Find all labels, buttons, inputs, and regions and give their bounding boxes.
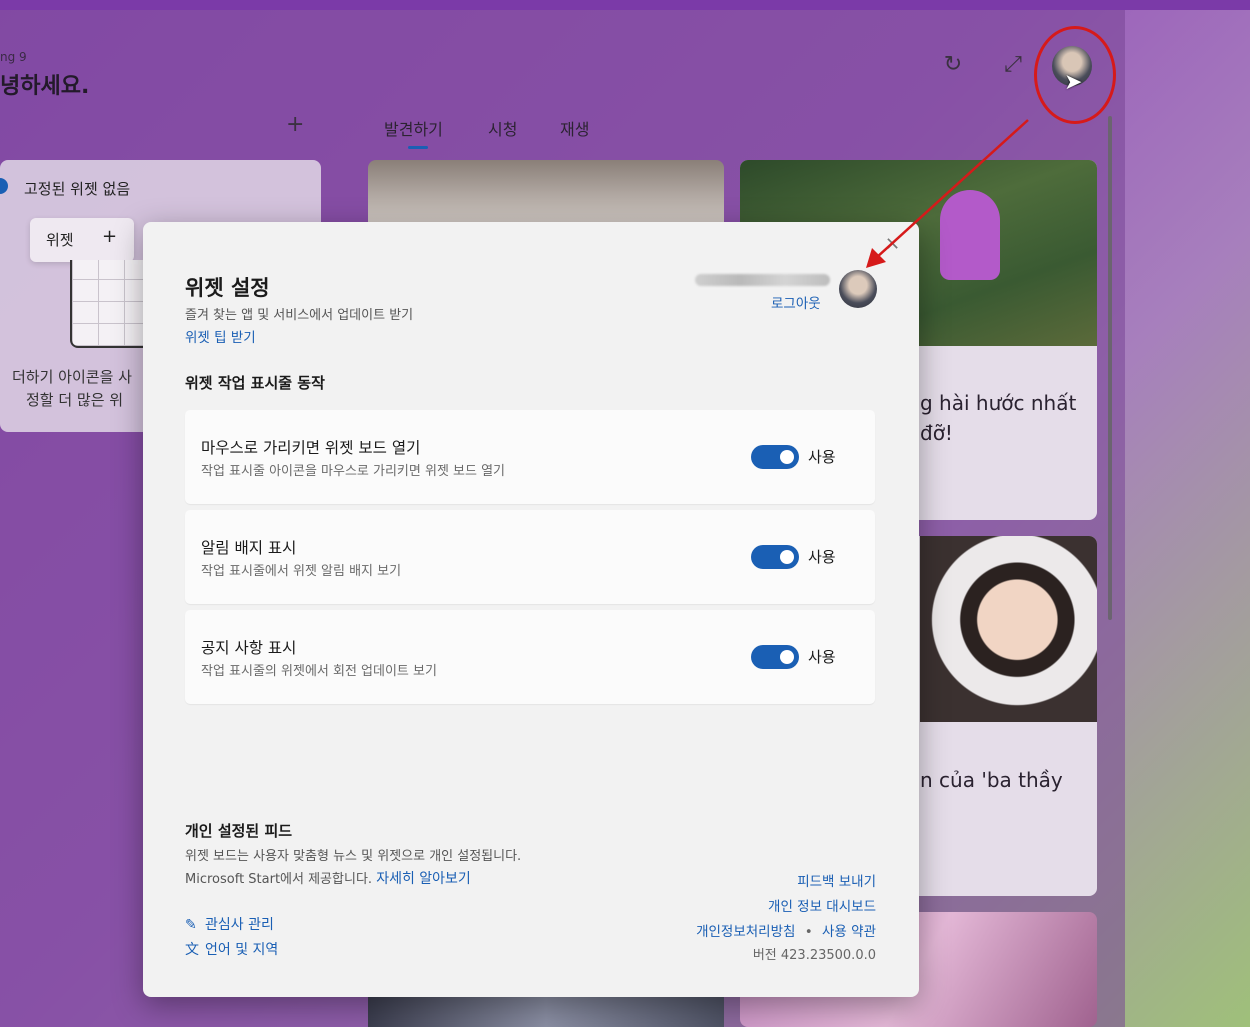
annotation-arrow [866, 119, 1029, 268]
